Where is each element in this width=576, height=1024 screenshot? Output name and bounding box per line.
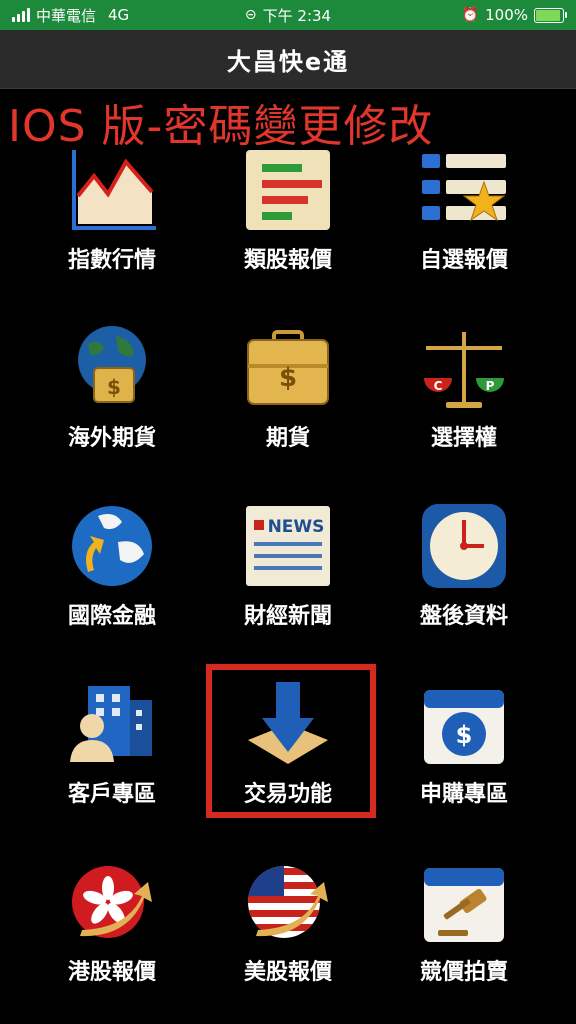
app-title: 大昌快e通	[226, 47, 350, 76]
news-icon: NEWS	[246, 506, 330, 586]
menu-item-hk-stock-quotes[interactable]: 港股報價	[24, 858, 200, 1018]
svg-text:$: $	[279, 363, 297, 393]
menu-label: 國際金融	[67, 604, 156, 629]
menu-item-financial-news[interactable]: NEWS 財經新聞	[200, 502, 376, 662]
menu-label: 財經新聞	[243, 604, 332, 629]
svg-text:NEWS: NEWS	[268, 517, 325, 537]
menu-label: 港股報價	[67, 960, 156, 985]
orientation-lock-icon: ⊝	[244, 7, 257, 23]
highlight-box	[206, 664, 376, 818]
menu-label: 指數行情	[67, 248, 156, 273]
globe-briefcase-icon: $	[78, 326, 146, 403]
menu-item-subscription-zone[interactable]: $ 申購專區	[376, 680, 552, 840]
menu-item-us-stock-quotes[interactable]: 美股報價	[200, 858, 376, 1018]
menu-label: 申購專區	[419, 782, 508, 807]
menu-label: 類股報價	[243, 248, 332, 273]
menu-item-after-hours-data[interactable]: 盤後資料	[376, 502, 552, 662]
us-flag-icon	[248, 866, 328, 938]
menu-label: 美股報價	[243, 960, 332, 985]
svg-text:$: $	[456, 721, 473, 749]
calendar-gavel-icon	[424, 868, 504, 942]
globe-arrow-icon	[72, 506, 152, 586]
scale-icon: C P	[424, 332, 504, 408]
hk-flag-icon	[72, 866, 152, 938]
svg-text:P: P	[486, 379, 495, 393]
nav-bar: 大昌快e通	[0, 30, 576, 89]
menu-label: 客戶專區	[67, 782, 156, 807]
battery-icon	[534, 7, 567, 23]
menu-item-sector-quotes[interactable]: 類股報價	[200, 146, 376, 306]
menu-label: 競價拍賣	[419, 960, 508, 985]
menu-item-futures[interactable]: $ 期貨	[200, 324, 376, 484]
menu-item-watchlist[interactable]: 自選報價	[376, 146, 552, 306]
status-time: 下午 2:34	[262, 6, 332, 25]
annotation-title: IOS 版-密碼變更修改	[8, 101, 434, 152]
menu-label: 海外期貨	[67, 426, 156, 451]
svg-text:C: C	[434, 379, 443, 393]
briefcase-dollar-icon: $	[247, 330, 329, 405]
menu-item-international-finance[interactable]: 國際金融	[24, 502, 200, 662]
svg-text:$: $	[107, 375, 121, 399]
status-bar: 中華電信 4G ⊝ 下午 2:34 ⏰ 100%	[0, 0, 576, 30]
menu-item-auction[interactable]: 競價拍賣	[376, 858, 552, 1018]
menu-label: 期貨	[265, 426, 310, 451]
menu-label: 自選報價	[419, 248, 508, 273]
bar-report-icon	[246, 150, 330, 230]
menu-label: 盤後資料	[419, 604, 508, 629]
alarm-icon: ⏰	[461, 7, 480, 23]
menu-item-customer-zone[interactable]: 客戶專區	[24, 680, 200, 840]
customer-building-icon	[70, 686, 152, 762]
menu-item-overseas-futures[interactable]: $ 海外期貨	[24, 324, 200, 484]
menu-item-options[interactable]: C P 選擇權	[376, 324, 552, 484]
line-chart-icon	[72, 150, 156, 230]
clock-icon	[422, 504, 506, 588]
star-list-icon	[422, 154, 506, 222]
battery-percent: 100%	[485, 6, 528, 24]
menu-item-index-quotes[interactable]: 指數行情	[24, 146, 200, 306]
menu-label: 選擇權	[430, 426, 497, 451]
calendar-dollar-icon: $	[424, 690, 504, 764]
